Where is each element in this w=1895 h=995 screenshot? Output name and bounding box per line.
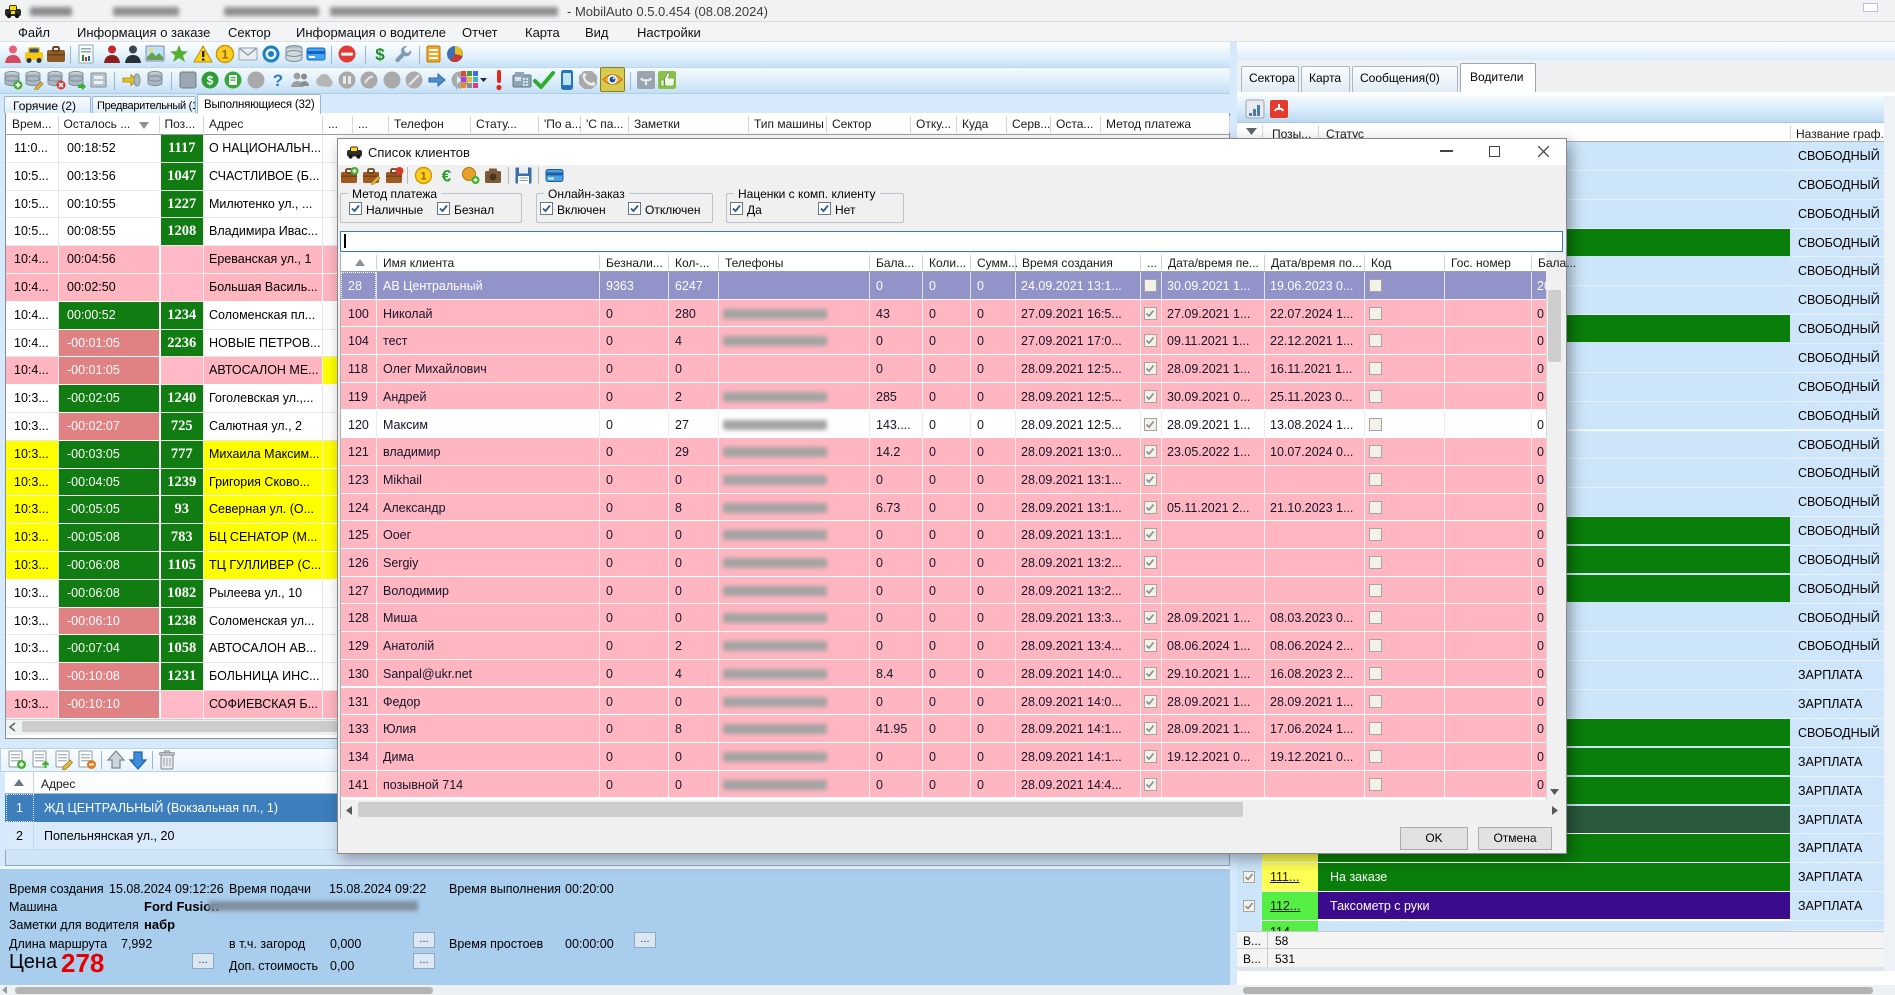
svg-text:€: € xyxy=(442,167,452,186)
svg-text:?: ? xyxy=(273,71,283,90)
svg-text:1: 1 xyxy=(222,48,229,62)
svg-text:1: 1 xyxy=(420,171,426,183)
svg-text:$: $ xyxy=(375,45,385,64)
svg-text:$: $ xyxy=(207,74,214,88)
